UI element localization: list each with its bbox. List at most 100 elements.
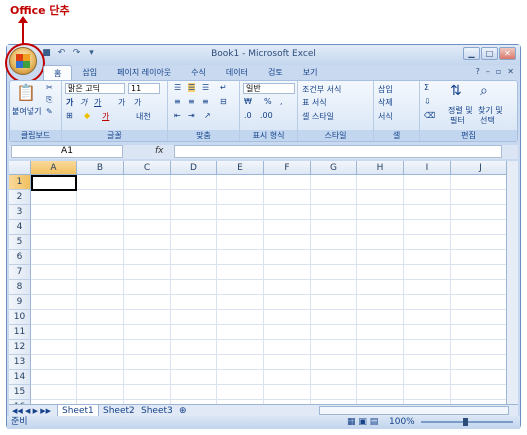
column-header[interactable]: H [357, 161, 404, 175]
maximize-button[interactable]: □ [481, 47, 498, 60]
row-header[interactable]: 4 [9, 220, 31, 235]
tab-page-layout[interactable]: 페이지 레이아웃 [107, 65, 181, 80]
fill-color-icon[interactable]: ◆ [84, 111, 90, 120]
column-header[interactable]: F [264, 161, 311, 175]
column-header[interactable]: G [311, 161, 357, 175]
comma-button[interactable]: , [280, 97, 283, 106]
underline-button[interactable]: 가 [94, 97, 101, 108]
redo-icon[interactable]: ↷ [71, 48, 82, 59]
tab-view[interactable]: 보기 [293, 65, 328, 80]
decrease-decimal-icon[interactable]: .00 [260, 111, 273, 120]
horizontal-scrollbar[interactable] [319, 406, 509, 415]
cut-icon[interactable]: ✂ [46, 83, 53, 92]
undo-icon[interactable]: ↶ [56, 48, 67, 59]
format-cells-button[interactable]: 서식 [378, 111, 393, 122]
font-color-button[interactable]: 가 [102, 111, 109, 122]
align-middle-icon[interactable]: ☰ [188, 83, 196, 92]
conditional-format-button[interactable]: 조건부 서식 [302, 84, 341, 95]
fx-icon[interactable]: fx [155, 146, 164, 156]
tab-data[interactable]: 데이터 [216, 65, 258, 80]
tab-insert[interactable]: 삽입 [72, 65, 107, 80]
ribbon-restore-icon[interactable]: ▫ [496, 67, 501, 76]
select-all-button[interactable] [9, 161, 31, 175]
row-header[interactable]: 15 [9, 385, 31, 400]
bold-button[interactable]: 가 [66, 97, 73, 108]
row-header[interactable]: 14 [9, 370, 31, 385]
row-header[interactable]: 10 [9, 310, 31, 325]
row-header[interactable]: 5 [9, 235, 31, 250]
sort-filter-icon[interactable]: ⇅ [450, 83, 462, 99]
help-icon[interactable]: ? [476, 67, 480, 76]
filter-button[interactable]: 필터 [450, 115, 465, 126]
row-header[interactable]: 3 [9, 205, 31, 220]
orientation-icon[interactable]: ↗ [204, 111, 211, 120]
close-button[interactable]: ✕ [499, 47, 516, 60]
delete-cells-button[interactable]: 삭제 [378, 97, 393, 108]
minimize-button[interactable]: ▁ [463, 47, 480, 60]
ribbon-minimize-icon[interactable]: – [486, 67, 490, 76]
merge-icon[interactable]: ⊟ [220, 97, 227, 106]
copy-icon[interactable]: ⎘ [46, 95, 52, 105]
font-size-select[interactable]: 11 [128, 83, 160, 94]
vertical-scrollbar[interactable] [506, 161, 518, 404]
align-top-icon[interactable]: ☰ [174, 83, 181, 92]
zoom-level[interactable]: 100% [389, 416, 415, 429]
autosum-icon[interactable]: Σ [424, 83, 429, 92]
row-header[interactable]: 1 [9, 175, 31, 190]
office-button[interactable] [5, 43, 45, 83]
row-header[interactable]: 2 [9, 190, 31, 205]
paste-button[interactable]: 붙여넣기 [12, 106, 41, 117]
cell-styles-button[interactable]: 셀 스타일 [302, 111, 334, 122]
name-box[interactable]: A1 [11, 145, 123, 158]
ribbon-close-icon[interactable]: ✕ [507, 67, 514, 76]
row-header[interactable]: 9 [9, 295, 31, 310]
row-header[interactable]: 13 [9, 355, 31, 370]
number-format-select[interactable]: 일반 [243, 83, 295, 94]
row-header[interactable]: 8 [9, 280, 31, 295]
align-left-icon[interactable]: ≡ [174, 97, 181, 106]
tab-review[interactable]: 검토 [258, 65, 293, 80]
grow-font-button[interactable]: 가 [118, 97, 125, 108]
view-buttons-icon[interactable]: ▦ ▣ ▤ [347, 416, 378, 429]
format-painter-icon[interactable]: ✎ [46, 107, 53, 116]
row-header[interactable]: 6 [9, 250, 31, 265]
zoom-thumb[interactable] [463, 418, 468, 426]
font-name-select[interactable]: 맑은 고딕 [65, 83, 125, 94]
formula-input[interactable] [174, 145, 502, 158]
column-header[interactable]: B [77, 161, 124, 175]
row-header[interactable]: 12 [9, 340, 31, 355]
percent-button[interactable]: % [264, 97, 272, 106]
align-right-icon[interactable]: ≡ [202, 97, 209, 106]
row-header[interactable]: 7 [9, 265, 31, 280]
column-header[interactable]: C [124, 161, 171, 175]
border-icon[interactable]: ⊞ [66, 111, 73, 120]
select-button[interactable]: 선택 [480, 115, 495, 126]
fill-icon[interactable]: ⇩ [424, 97, 431, 106]
wrap-text-icon[interactable]: ↵ [220, 83, 227, 92]
align-center-icon[interactable]: ≡ [188, 97, 195, 106]
phonetic-button[interactable]: 내천 [136, 111, 151, 122]
row-header[interactable]: 11 [9, 325, 31, 340]
tab-formulas[interactable]: 수식 [181, 65, 216, 80]
column-header[interactable]: I [404, 161, 451, 175]
increase-indent-icon[interactable]: ⇥ [188, 111, 195, 120]
clear-icon[interactable]: ⌫ [424, 111, 435, 120]
decrease-indent-icon[interactable]: ⇤ [174, 111, 181, 120]
currency-button[interactable]: ₩ [244, 97, 252, 106]
tab-home[interactable]: 홈 [43, 65, 73, 80]
increase-decimal-icon[interactable]: .0 [244, 111, 252, 120]
customize-qat-icon[interactable]: ▾ [86, 48, 97, 59]
column-header[interactable]: A [31, 161, 77, 175]
number-label: 표시 형식 [240, 130, 297, 141]
column-header[interactable]: J [451, 161, 511, 175]
insert-cells-button[interactable]: 삽입 [378, 84, 393, 95]
align-bottom-icon[interactable]: ☰ [202, 83, 209, 92]
find-select-icon[interactable]: ⌕ [480, 83, 488, 99]
shrink-font-button[interactable]: 가 [134, 97, 141, 108]
italic-button[interactable]: 가 [80, 97, 87, 108]
format-table-button[interactable]: 표 서식 [302, 97, 327, 108]
paste-icon[interactable]: 📋 [16, 83, 36, 102]
active-cell[interactable] [31, 175, 77, 191]
column-header[interactable]: E [217, 161, 264, 175]
column-header[interactable]: D [171, 161, 217, 175]
